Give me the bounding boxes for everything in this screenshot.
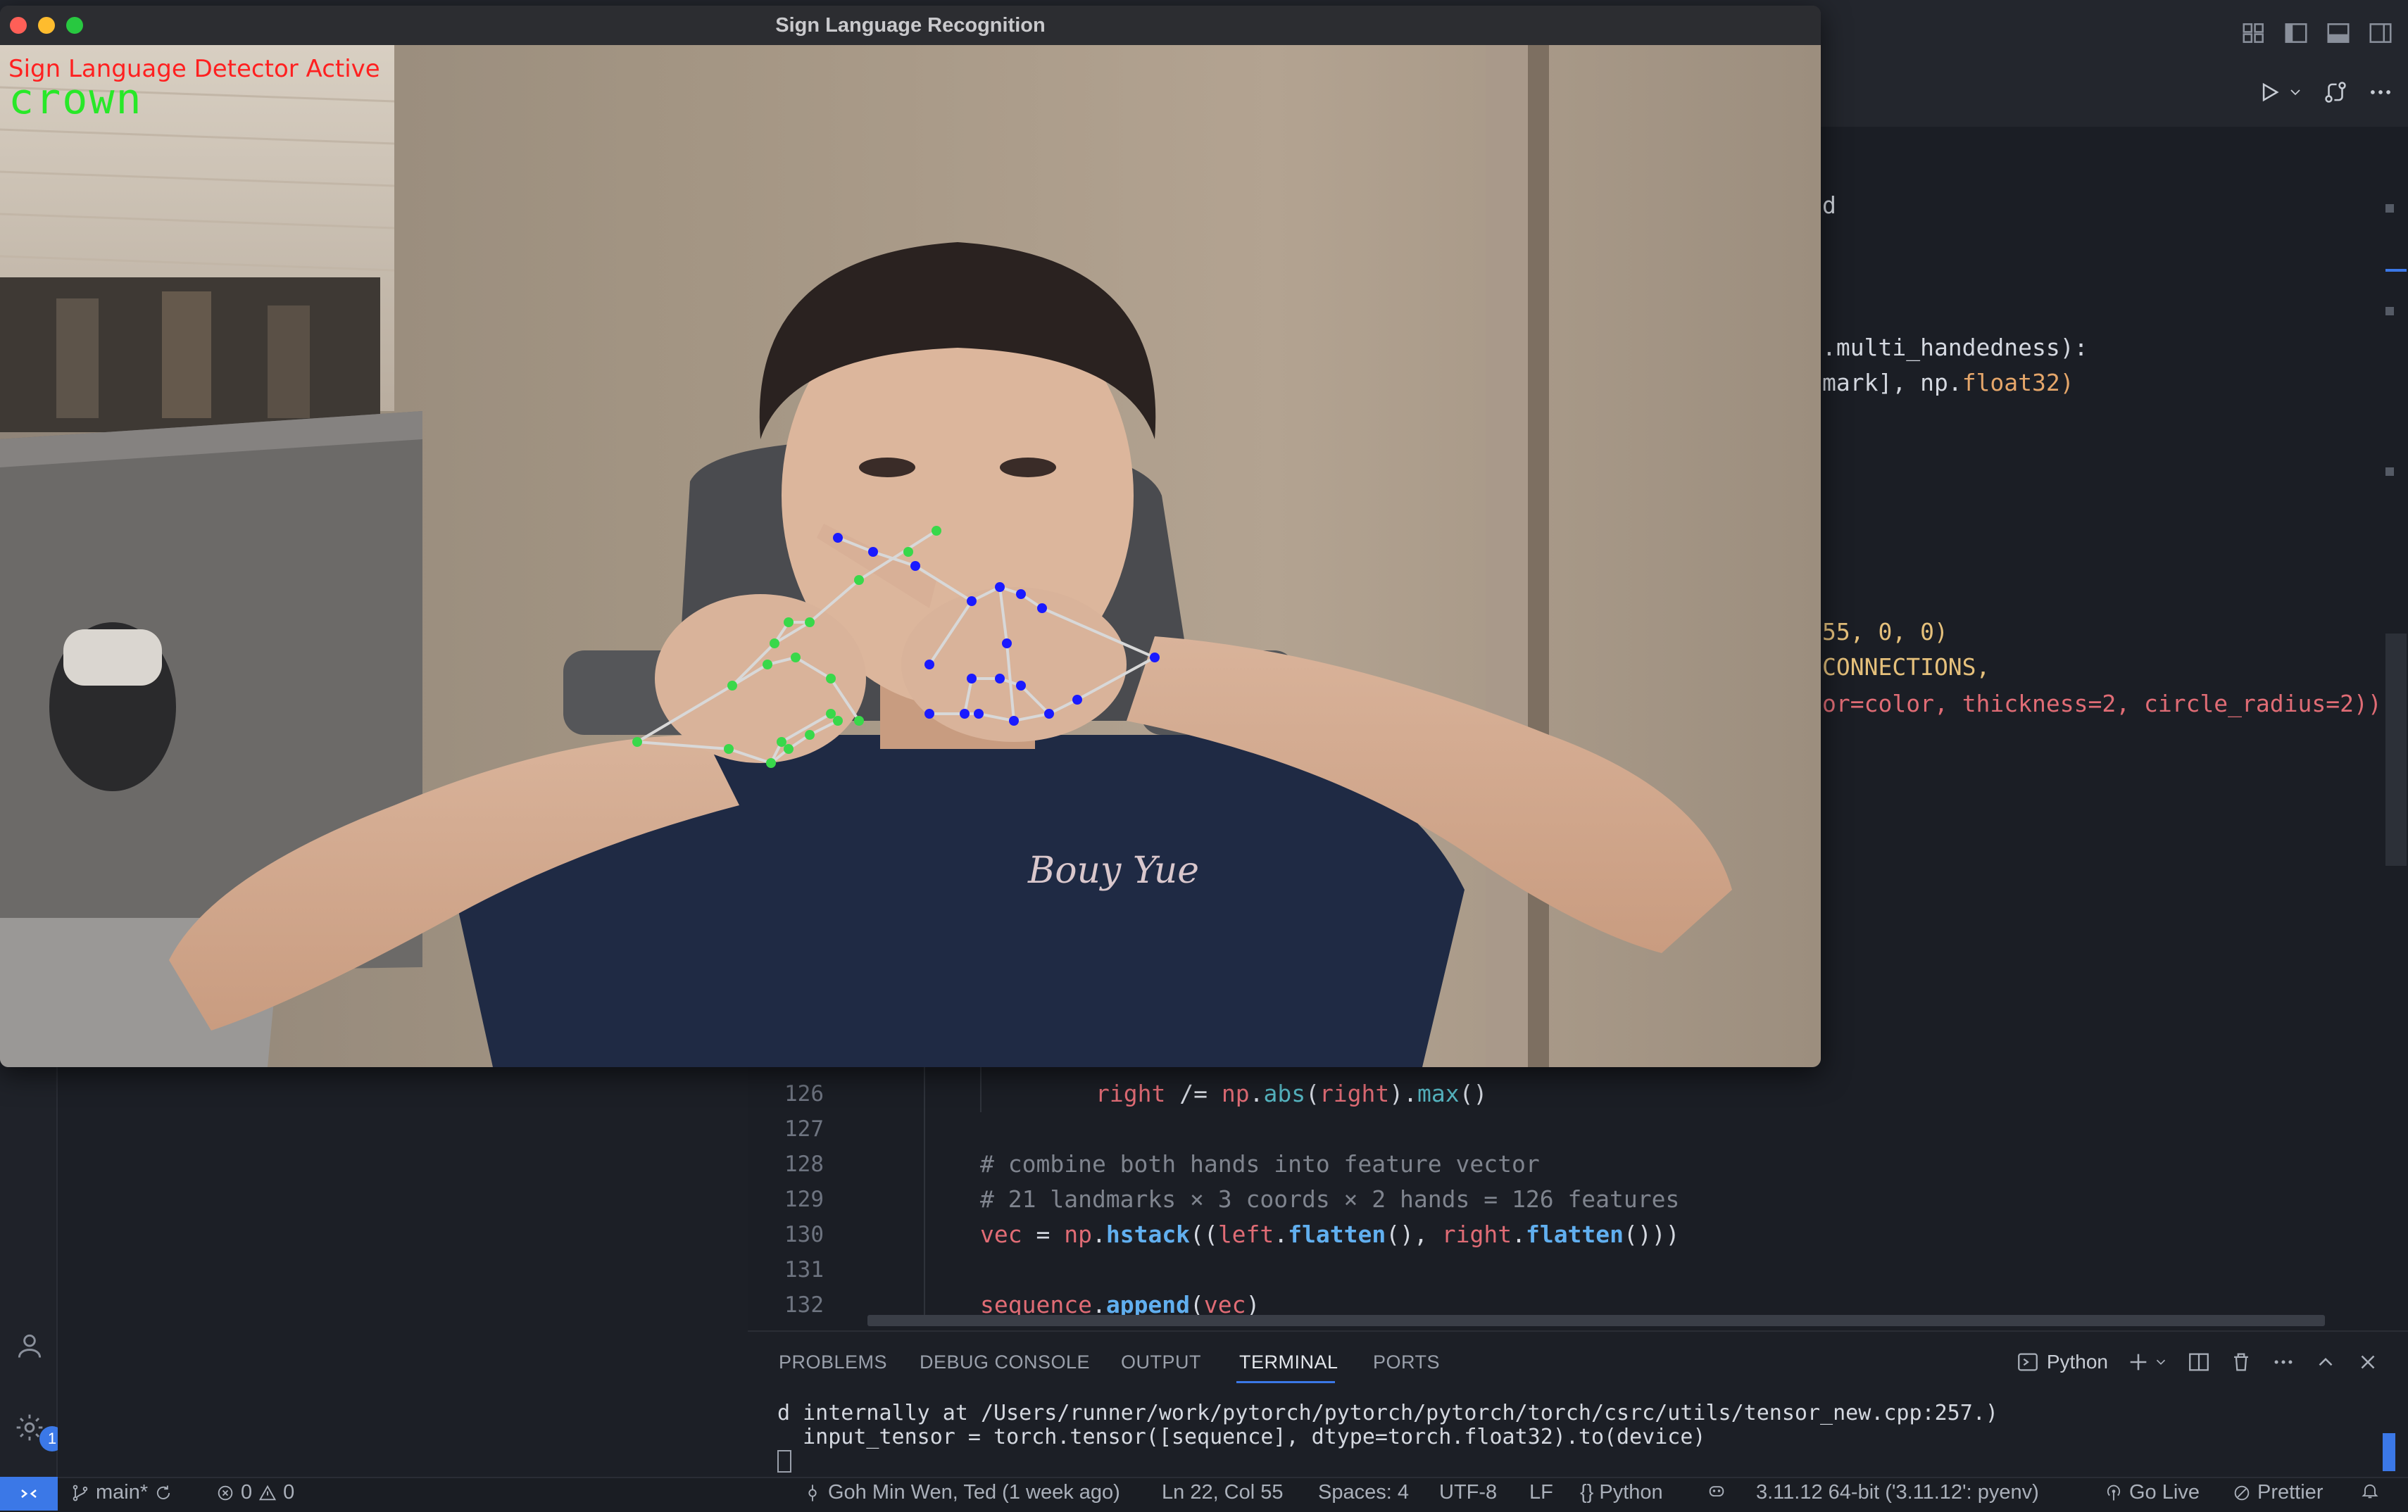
line-number: 128: [784, 1152, 824, 1177]
encoding-status[interactable]: UTF-8: [1439, 1481, 1497, 1504]
code-fragment-5: CONNECTIONS,: [1822, 653, 1990, 681]
line-number: 129: [784, 1187, 824, 1212]
code-fragment-2: .multi_handedness):: [1822, 334, 2088, 361]
new-terminal-icon[interactable]: [2126, 1350, 2150, 1374]
run-python-file-icon[interactable]: [2256, 79, 2283, 106]
toggle-secondary-sidebar-icon[interactable]: [2367, 20, 2394, 46]
sync-icon[interactable]: [153, 1483, 173, 1503]
code-line-129: # 21 landmarks × 3 coords × 2 hands = 12…: [980, 1185, 1680, 1213]
python-interpreter[interactable]: 3.11.12 64-bit ('3.11.12': pyenv): [1756, 1481, 2039, 1504]
active-tab-indicator: [1236, 1381, 1335, 1383]
error-count: 0: [241, 1481, 253, 1504]
code-fragment-3: mark], np.float32): [1822, 369, 2074, 396]
compare-changes-icon[interactable]: [2322, 79, 2349, 106]
code-line-126: right /= np.abs(right).max(): [1096, 1080, 1488, 1107]
line-number: 131: [784, 1257, 824, 1283]
cursor-position[interactable]: Ln 22, Col 55: [1162, 1481, 1284, 1504]
line-number: 132: [784, 1292, 824, 1318]
git-commit-icon: [808, 1484, 817, 1501]
customize-layout-icon[interactable]: [2240, 20, 2267, 46]
terminal-line: input_tensor = torch.tensor([sequence], …: [777, 1425, 1706, 1449]
shirt-print: Bouy Yue: [1027, 850, 1199, 892]
window-title: Sign Language Recognition: [775, 14, 1046, 37]
line-number: 126: [784, 1081, 824, 1107]
git-branch-icon: [73, 1485, 88, 1501]
go-live-label: Go Live: [2129, 1481, 2200, 1504]
warning-count: 0: [283, 1481, 295, 1504]
editor-scrollbar-thumb[interactable]: [2385, 634, 2407, 866]
tab-problems[interactable]: PROBLEMS: [779, 1352, 887, 1373]
more-actions-icon[interactable]: [2367, 79, 2394, 106]
terminal-cursor: [777, 1450, 791, 1473]
branch-status[interactable]: main*: [70, 1481, 173, 1504]
git-blame-status[interactable]: Goh Min Wen, Ted (1 week ago): [803, 1481, 1120, 1504]
error-icon: [218, 1485, 233, 1500]
predicted-sign-overlay: crown: [8, 75, 143, 124]
copilot-icon: [1709, 1486, 1724, 1497]
sign-language-window[interactable]: Sign Language Recognition Bouy Yue Sign …: [0, 6, 1821, 1067]
code-line-128: # combine both hands into feature vector: [980, 1150, 1540, 1178]
trash-icon[interactable]: [2229, 1350, 2253, 1374]
minimap-marker: [2385, 467, 2394, 476]
remote-icon: [21, 1489, 37, 1498]
tab-debug-console[interactable]: DEBUG CONSOLE: [920, 1352, 1090, 1373]
bell-icon: [2362, 1484, 2378, 1499]
problems-status[interactable]: 0 0: [215, 1481, 294, 1504]
terminal-scrollbar[interactable]: [2383, 1433, 2395, 1471]
panel-actions: Python: [2016, 1350, 2380, 1374]
code-fragment-6: or=color, thickness=2, circle_radius=2)): [1822, 690, 2382, 717]
chevron-down-icon[interactable]: [2153, 1350, 2169, 1374]
indentation-status[interactable]: Spaces: 4: [1318, 1481, 1409, 1504]
code-fragment-1: d: [1822, 191, 1836, 219]
prettier-label: Prettier: [2257, 1481, 2324, 1504]
minimap-marker: [2385, 204, 2394, 213]
layout-controls: [2240, 20, 2394, 48]
line-number: 130: [784, 1222, 824, 1247]
remote-indicator[interactable]: [0, 1477, 58, 1511]
indent-guide: [980, 1063, 982, 1112]
tab-ports[interactable]: PORTS: [1373, 1352, 1440, 1373]
braces-icon: {}: [1580, 1481, 1594, 1504]
terminal-line: d internally at /Users/runner/work/pytor…: [777, 1401, 1998, 1425]
notifications-bell[interactable]: [2360, 1481, 2380, 1501]
go-live-button[interactable]: Go Live: [2104, 1481, 2200, 1504]
accounts-icon[interactable]: [14, 1330, 45, 1361]
minimap-cursor-marker: [2385, 269, 2407, 272]
tab-output[interactable]: OUTPUT: [1121, 1352, 1201, 1373]
language-mode[interactable]: {} Python: [1580, 1481, 1663, 1504]
blame-text: Goh Min Wen, Ted (1 week ago): [828, 1481, 1120, 1504]
code-line-130: vec = np.hstack((left.flatten(), right.f…: [980, 1221, 1680, 1248]
prettier-status[interactable]: Prettier: [2232, 1481, 2323, 1504]
terminal-icon: [2017, 1353, 2038, 1371]
line-number: 127: [784, 1116, 824, 1142]
broadcast-icon: [2107, 1485, 2121, 1500]
code-fragment-4: 55, 0, 0): [1822, 618, 1948, 645]
copilot-status[interactable]: [1707, 1481, 1726, 1501]
warning-icon: [259, 1485, 277, 1500]
prettier-icon: [2234, 1485, 2250, 1500]
shell-label: Python: [2046, 1351, 2108, 1373]
branch-name: main*: [96, 1481, 149, 1504]
editor-horizontal-scrollbar[interactable]: [867, 1315, 2325, 1326]
terminal-shell-selector[interactable]: Python: [2016, 1350, 2108, 1374]
door-frame: [1486, 45, 1528, 1067]
editor-actions: [2256, 79, 2394, 106]
close-icon[interactable]: [2356, 1350, 2380, 1374]
chevron-down-icon[interactable]: [2287, 79, 2304, 106]
split-terminal-icon[interactable]: [2187, 1350, 2211, 1374]
language-label: Python: [1599, 1481, 1663, 1504]
minimap-marker: [2385, 307, 2394, 315]
webcam-feed: Bouy Yue: [0, 45, 1821, 1067]
toggle-primary-sidebar-icon[interactable]: [2283, 20, 2309, 46]
eol-status[interactable]: LF: [1529, 1481, 1553, 1504]
more-actions-icon[interactable]: [2271, 1350, 2295, 1374]
toggle-panel-icon[interactable]: [2325, 20, 2352, 46]
indent-guide: [924, 1063, 925, 1323]
tab-terminal[interactable]: TERMINAL: [1239, 1352, 1338, 1373]
maximize-panel-icon[interactable]: [2314, 1350, 2338, 1374]
